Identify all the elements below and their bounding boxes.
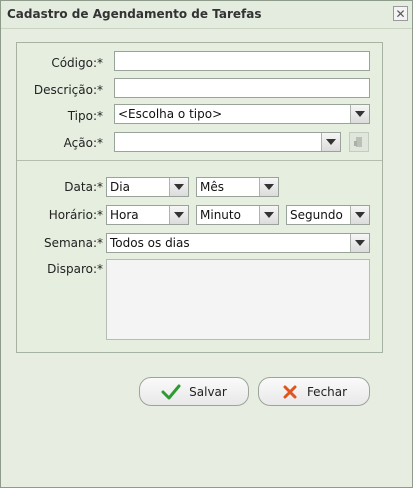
acao-label: Ação:* <box>63 136 103 150</box>
chevron-down-icon <box>264 212 274 218</box>
semana-select-value: Todos os dias <box>110 236 190 250</box>
horario-minuto-value: Minuto <box>200 208 241 222</box>
chevron-down-icon <box>174 184 184 190</box>
x-icon <box>283 385 297 398</box>
action-icon <box>354 137 362 147</box>
close-icon: ✕ <box>395 6 406 21</box>
title-bar: Cadastro de Agendamento de Tarefas ✕ <box>1 1 412 29</box>
disparo-label: Disparo:* <box>47 262 103 276</box>
horario-hora-dropdown-arrow[interactable] <box>169 206 188 224</box>
disparo-textarea[interactable] <box>106 259 370 340</box>
horario-minuto-dropdown-arrow[interactable] <box>259 206 278 224</box>
horario-segundo-dropdown-arrow[interactable] <box>350 206 369 224</box>
horario-segundo-value: Segundo <box>290 208 343 222</box>
data-label: Data:* <box>64 180 103 194</box>
data-dia-value: Dia <box>110 180 130 194</box>
data-dia-dropdown-arrow[interactable] <box>169 178 188 196</box>
horario-minuto-select[interactable]: Minuto <box>196 205 279 225</box>
chevron-down-icon <box>355 240 365 246</box>
semana-select[interactable]: Todos os dias <box>106 233 370 253</box>
task-schedule-window: Cadastro de Agendamento de Tarefas ✕ Cód… <box>0 0 413 488</box>
close-button[interactable]: ✕ <box>393 6 408 21</box>
data-mes-dropdown-arrow[interactable] <box>259 178 278 196</box>
codigo-input[interactable] <box>114 51 370 71</box>
horario-hora-value: Hora <box>110 208 139 222</box>
semana-label: Semana:* <box>43 236 103 250</box>
acao-config-button[interactable] <box>349 132 369 152</box>
form-panel: Código:* Descrição:* Tipo:* <Escolha o t… <box>16 42 383 353</box>
chevron-down-icon <box>326 139 336 145</box>
codigo-label: Código:* <box>51 56 103 70</box>
tipo-select-value: <Escolha o tipo> <box>118 107 223 121</box>
semana-dropdown-arrow[interactable] <box>350 234 369 252</box>
chevron-down-icon <box>174 212 184 218</box>
acao-dropdown-arrow[interactable] <box>321 133 340 151</box>
chevron-down-icon <box>355 212 365 218</box>
horario-label: Horário:* <box>48 208 103 222</box>
data-mes-select[interactable]: Mês <box>196 177 279 197</box>
check-icon <box>161 384 181 399</box>
chevron-down-icon <box>355 111 365 117</box>
descricao-label: Descrição:* <box>33 83 103 97</box>
save-button[interactable]: Salvar <box>139 377 249 406</box>
horario-hora-select[interactable]: Hora <box>106 205 189 225</box>
save-button-label: Salvar <box>189 384 227 399</box>
close-form-button-label: Fechar <box>306 384 348 399</box>
close-form-button[interactable]: Fechar <box>258 377 370 406</box>
acao-select[interactable] <box>114 132 341 152</box>
window-title: Cadastro de Agendamento de Tarefas <box>7 7 262 21</box>
data-mes-value: Mês <box>200 180 224 194</box>
descricao-input[interactable] <box>114 78 370 98</box>
chevron-down-icon <box>264 184 274 190</box>
tipo-dropdown-arrow[interactable] <box>350 105 369 123</box>
tipo-label: Tipo:* <box>67 109 103 123</box>
form-separator <box>17 160 382 161</box>
horario-segundo-select[interactable]: Segundo <box>286 205 370 225</box>
data-dia-select[interactable]: Dia <box>106 177 189 197</box>
tipo-select[interactable]: <Escolha o tipo> <box>114 104 370 124</box>
